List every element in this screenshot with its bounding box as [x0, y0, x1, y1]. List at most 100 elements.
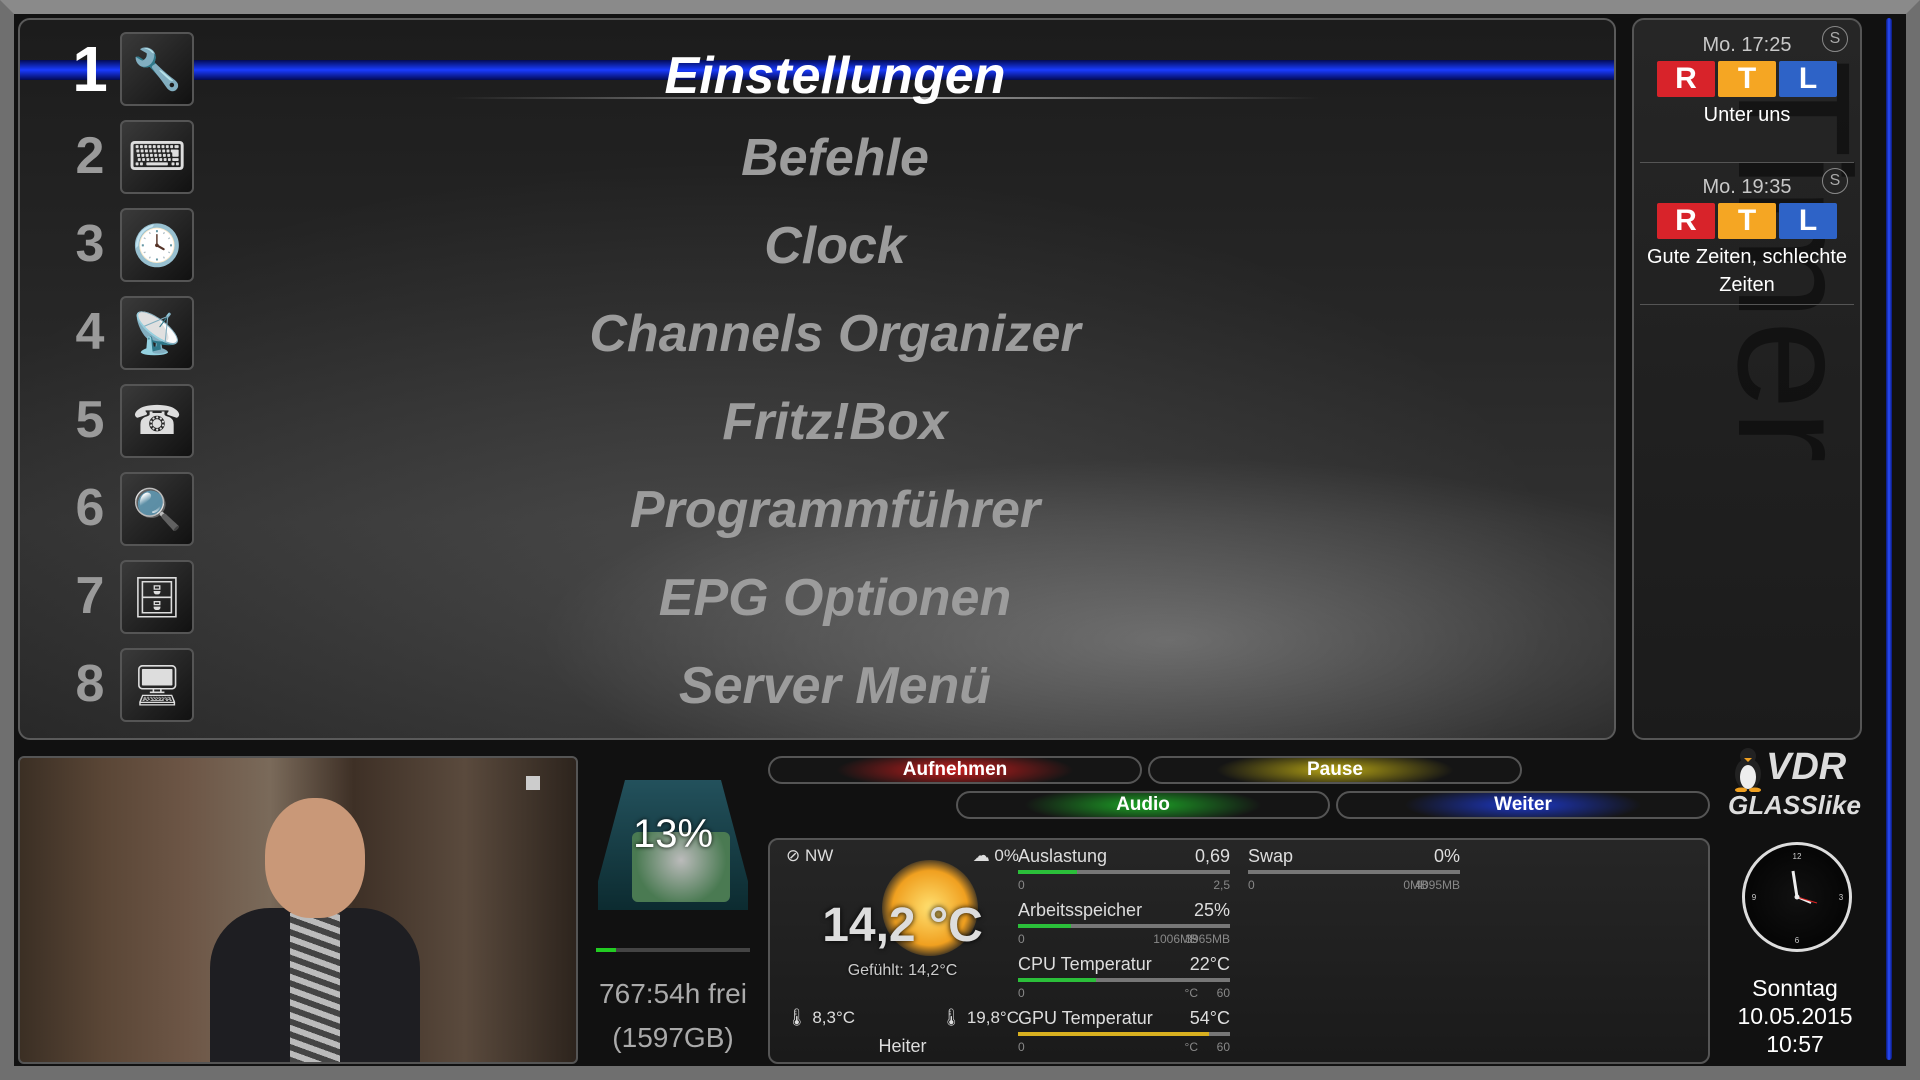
- blue-button[interactable]: Weiter: [1336, 791, 1710, 819]
- weekday: Sonntag: [1752, 975, 1838, 1001]
- gauge-min: 0: [1018, 1040, 1025, 1054]
- menu-item-number: 6: [75, 479, 105, 537]
- menu-item[interactable]: 4 📡 Channels Organizer: [20, 290, 1614, 378]
- scrollbar[interactable]: [1886, 18, 1892, 1060]
- gauge-mid: °C: [1184, 1040, 1198, 1054]
- gauge-min: 0: [1018, 986, 1025, 1000]
- weather-widget: ⊘ NW ☁ 0% 14,2 °C Gefühlt: 14,2°C 🌡 8,3°…: [780, 840, 1025, 1062]
- time: 10:57: [1766, 1031, 1824, 1057]
- gauge-value: 25%: [1193, 900, 1230, 920]
- feels-like: Gefühlt: 14,2°C: [847, 962, 958, 979]
- disk-free: 767:54h frei (1597GB): [590, 972, 756, 1060]
- menu-item-label: Befehle: [741, 129, 929, 187]
- green-button[interactable]: Audio: [956, 791, 1330, 819]
- thermometer-low-icon: 🌡: [786, 1008, 808, 1027]
- menu-item-label: Server Menü: [678, 657, 992, 715]
- gauge-min: 0: [1018, 878, 1025, 892]
- timer-entry[interactable]: S Mo. 19:35 R T L Gute Zeiten, schlechte…: [1640, 162, 1854, 299]
- menu-item-number: 7: [75, 567, 105, 625]
- database-icon: 🗄: [120, 560, 194, 634]
- gauge-value: 0%: [1433, 846, 1460, 866]
- rain-cloud-icon: ☁: [972, 846, 990, 865]
- svg-text:3: 3: [1839, 893, 1844, 902]
- menu-item-number: 8: [75, 655, 105, 713]
- live-tv-preview: [18, 756, 578, 1064]
- menu-item-number: 2: [75, 127, 105, 185]
- red-button[interactable]: Aufnehmen: [768, 756, 1142, 784]
- channel-logo-icon: [526, 776, 540, 790]
- rtl-logo-letter: R: [1657, 203, 1715, 239]
- menu-item-label: Fritz!Box: [722, 393, 948, 451]
- tv-picture: [210, 788, 420, 1062]
- gauge-max: 60: [1216, 986, 1230, 1000]
- analog-clock: 12 3 6 9: [1742, 842, 1852, 952]
- wind-direction: NW: [804, 846, 834, 865]
- tux-icon: [1735, 748, 1761, 792]
- precipitation-value: 0%: [994, 846, 1019, 865]
- compass-icon: ⊘: [786, 846, 801, 865]
- timer-title: Unter uns: [1703, 104, 1791, 126]
- yellow-button[interactable]: Pause: [1148, 756, 1522, 784]
- gauge-max: 3965MB: [1185, 932, 1230, 946]
- status-panel: ⊘ NW ☁ 0% 14,2 °C Gefühlt: 14,2°C 🌡 8,3°…: [768, 838, 1710, 1064]
- max-temperature: 🌡 19,8°C: [941, 1008, 1020, 1028]
- timer-entry[interactable]: S Mo. 17:25 R T L Unter uns: [1640, 20, 1854, 129]
- disk-free-time: 767:54h frei: [599, 978, 747, 1009]
- menu-item-label: Clock: [764, 217, 906, 275]
- gauge-value: 22°C: [1189, 954, 1230, 974]
- gauge-label: Arbeitsspeicher: [1018, 900, 1143, 920]
- gauge-label: CPU Temperatur: [1018, 954, 1152, 974]
- thermometer-high-icon: 🌡: [940, 1008, 963, 1027]
- gauge-label: Auslastung: [1018, 846, 1108, 866]
- wind: ⊘ NW: [786, 846, 833, 866]
- gauge-label: GPU Temperatur: [1018, 1008, 1153, 1028]
- gauge-mid: 0MB: [1403, 878, 1428, 892]
- disk-usage: 13% 767:54h frei (1597GB): [590, 760, 756, 1060]
- precipitation: ☁ 0%: [973, 846, 1019, 866]
- timer-title: Gute Zeiten, schlechte Zeiten: [1646, 246, 1848, 296]
- svg-text:12: 12: [1793, 852, 1802, 861]
- rtl-logo-letter: R: [1657, 61, 1715, 97]
- gauge-mid: 1006MB: [1153, 932, 1198, 946]
- menu-item[interactable]: 3 🕓 Clock: [20, 202, 1614, 290]
- vdr-glasslike-logo: VDR GLASSlike: [1724, 746, 1864, 826]
- menu-item[interactable]: 7 🗄 EPG Optionen: [20, 554, 1614, 642]
- rtl-logo-letter: T: [1718, 203, 1776, 239]
- gauge-mid: °C: [1184, 986, 1198, 1000]
- max-temp-value: 19,8°C: [966, 1008, 1019, 1027]
- series-badge: S: [1822, 168, 1848, 194]
- menu-item[interactable]: 1 🔧 Einstellungen: [20, 26, 1614, 114]
- menu-item-number: 5: [75, 391, 105, 449]
- rtl-logo-letter: T: [1718, 61, 1776, 97]
- rtl-logo-letter: L: [1779, 61, 1837, 97]
- min-temp-value: 8,3°C: [812, 1008, 856, 1027]
- date-time: Sonntag 10.05.2015 10:57: [1716, 974, 1874, 1058]
- menu-item-label: Channels Organizer: [589, 305, 1081, 363]
- disk-usage-bar: [596, 948, 750, 952]
- menu-item[interactable]: 2 ⌨ Befehle: [20, 114, 1614, 202]
- gauge-bar: [1018, 924, 1230, 928]
- clock-icon: 🕓: [120, 208, 194, 282]
- menu-item[interactable]: 8 🖥 Server Menü: [20, 642, 1614, 730]
- tools-icon: 🔧: [120, 32, 194, 106]
- satellite-dish-icon: 📡: [120, 296, 194, 370]
- menu-item[interactable]: 6 🔍 Programmführer: [20, 466, 1614, 554]
- server-monitor-icon: 🖥: [120, 648, 194, 722]
- rtl-logo: R T L: [1640, 203, 1854, 239]
- gauge-bar: [1018, 870, 1230, 874]
- menu-item-number: 4: [75, 303, 105, 361]
- gauge-bar: [1018, 1032, 1230, 1036]
- epg-guide-icon: 🔍: [120, 472, 194, 546]
- min-temperature: 🌡 8,3°C: [786, 1008, 855, 1028]
- gauge-value: 0,69: [1194, 846, 1230, 866]
- rtl-logo-letter: L: [1779, 203, 1837, 239]
- current-temperature: 14,2 °C: [822, 899, 983, 952]
- menu-item-number: 1: [72, 33, 108, 105]
- gauge-value: 54°C: [1189, 1008, 1230, 1028]
- rtl-logo: R T L: [1640, 61, 1854, 97]
- clock-hands-icon: 12 3 6 9: [1752, 852, 1844, 945]
- series-badge: S: [1822, 26, 1848, 52]
- menu-item[interactable]: 5 ☎ Fritz!Box: [20, 378, 1614, 466]
- timer-divider: [1640, 304, 1854, 305]
- keyboard-icon: ⌨: [120, 120, 194, 194]
